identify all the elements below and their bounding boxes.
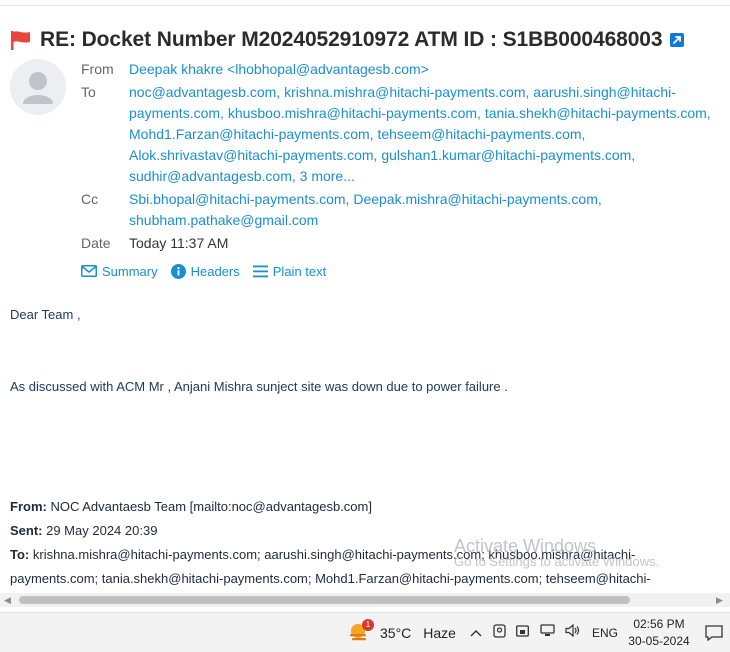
cc-label: Cc — [81, 191, 99, 207]
lines-icon — [252, 265, 268, 277]
headers-label: Headers — [190, 263, 240, 279]
phone-link-icon[interactable] — [516, 624, 530, 643]
recipient-link[interactable]: Alok.shrivastav@hitachi-payments.com, — [129, 147, 381, 163]
weather-condition: Haze — [423, 625, 456, 641]
to-label: To — [81, 84, 96, 100]
notification-icon — [705, 625, 723, 641]
quoted-sent-label: Sent: — [10, 523, 43, 538]
scroll-left-icon[interactable]: ◀ — [4, 595, 11, 606]
weather-widget[interactable]: 1 35°C Haze — [348, 613, 456, 652]
summary-label: Summary — [102, 263, 158, 279]
weather-alert-badge: 1 — [362, 619, 374, 631]
plain-text-label: Plain text — [272, 263, 327, 279]
sender-avatar — [10, 59, 66, 115]
date-label: Date — [81, 235, 111, 251]
quoted-from: From: NOC Advantaesb Team [mailto:noc@ad… — [10, 495, 690, 519]
horizontal-scrollbar[interactable]: ◀ ▶ — [0, 593, 730, 607]
recipient-link[interactable]: Mohd1.Farzan@hitachi-payments.com, — [129, 126, 377, 142]
quoted-to: To: krishna.mishra@hitachi-payments.com;… — [10, 543, 690, 591]
open-external-icon[interactable] — [670, 33, 685, 47]
quoted-from-label: From: — [10, 499, 47, 514]
subject-row: RE: Docket Number M2024052910972 ATM ID … — [10, 27, 720, 53]
recipient-link[interactable]: sudhir@advantagesb.com, — [129, 168, 300, 184]
envelope-icon — [81, 265, 97, 277]
cc-recipient-link[interactable]: Deepak.mishra@hitachi-payments.com, — [353, 191, 601, 207]
quoted-to-label: To: — [10, 547, 30, 562]
system-clock[interactable]: 02:56 PM 30-05-2024 — [628, 616, 690, 650]
quoted-to-value: krishna.mishra@hitachi-payments.com; aar… — [10, 547, 651, 586]
volume-icon[interactable] — [565, 623, 581, 642]
cc-recipient-link[interactable]: shubham.pathake@gmail.com — [129, 212, 318, 228]
header-actions: Summary Headers Plain text — [81, 262, 339, 280]
weather-temperature: 35°C — [380, 625, 412, 641]
cc-recipient-link[interactable]: Sbi.bhopal@hitachi-payments.com, — [129, 191, 353, 207]
clock-time: 02:56 PM — [633, 617, 685, 631]
cc-recipients: Sbi.bhopal@hitachi-payments.com, Deepak.… — [129, 189, 713, 231]
quoted-sent: Sent: 29 May 2024 20:39 — [10, 519, 690, 543]
scrollbar-thumb[interactable] — [19, 596, 630, 604]
from-label: From — [81, 61, 114, 77]
chevron-up-icon[interactable] — [470, 624, 482, 642]
flag-icon[interactable] — [10, 30, 32, 50]
to-recipients: noc@advantagesb.com, krishna.mishra@hita… — [129, 82, 713, 187]
network-icon[interactable] — [540, 624, 555, 642]
from-value[interactable]: Deepak khakre <lhobhopal@advantagesb.com… — [129, 59, 713, 80]
recipient-link[interactable]: krishna.mishra@hitachi-payments.com, — [284, 84, 533, 100]
recipient-link[interactable]: gulshan1.kumar@hitachi-payments.com, — [381, 147, 635, 163]
headers-button[interactable]: Headers — [170, 263, 240, 279]
system-tray: ENG — [470, 613, 618, 652]
info-icon — [170, 263, 186, 279]
notifications-button[interactable] — [705, 613, 723, 652]
summary-button[interactable]: Summary — [81, 264, 158, 279]
clock-date: 30-05-2024 — [628, 634, 690, 648]
plain-text-button[interactable]: Plain text — [252, 263, 327, 279]
recipient-link[interactable]: tania.shekh@hitachi-payments.com, — [485, 105, 711, 121]
quoted-from-value: NOC Advantaesb Team [mailto:noc@advantag… — [46, 499, 372, 514]
scroll-right-icon[interactable]: ▶ — [716, 595, 723, 606]
date-value: Today 11:37 AM — [129, 235, 229, 251]
quoted-sent-value: 29 May 2024 20:39 — [42, 523, 158, 538]
body-greeting: Dear Team , — [10, 307, 81, 322]
recipient-link[interactable]: noc@advantagesb.com, — [129, 84, 284, 100]
weather-haze-icon: 1 — [348, 619, 374, 644]
recipient-link[interactable]: tehseem@hitachi-payments.com, — [377, 126, 585, 142]
language-indicator[interactable]: ENG — [592, 626, 618, 640]
email-subject: RE: Docket Number M2024052910972 ATM ID … — [40, 28, 663, 51]
more-recipients-link[interactable]: 3 more... — [300, 168, 355, 184]
recipient-link[interactable]: khusboo.mishra@hitachi-payments.com, — [228, 105, 485, 121]
body-message: As discussed with ACM Mr , Anjani Mishra… — [10, 379, 508, 394]
taskbar: 1 35°C Haze ENG 02:56 PM 30-05-2024 — [0, 612, 730, 652]
window-top-edge — [0, 0, 730, 6]
meet-now-icon[interactable] — [492, 623, 506, 643]
